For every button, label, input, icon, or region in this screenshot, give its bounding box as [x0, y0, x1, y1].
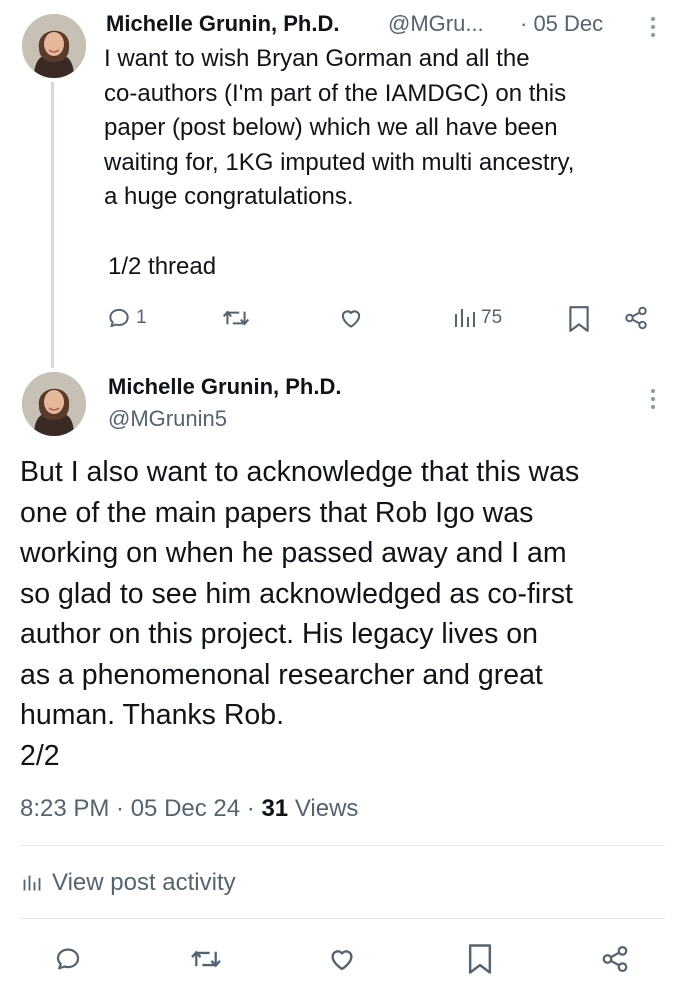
- share-button[interactable]: [600, 944, 630, 974]
- reply-button[interactable]: 1: [106, 305, 147, 331]
- more-icon[interactable]: [649, 389, 657, 413]
- views-icon: [455, 309, 475, 327]
- views-button[interactable]: 75: [453, 305, 502, 331]
- thread-label[interactable]: 1/2 thread: [108, 253, 216, 281]
- thread-connector-line: [51, 82, 54, 368]
- bookmark-icon: [468, 944, 492, 974]
- views-label: Views: [288, 795, 359, 822]
- views-count: 31: [261, 795, 289, 822]
- avatar-photo: [22, 372, 86, 436]
- avatar-photo: [22, 14, 86, 78]
- post-text: I want to wish Bryan Gorman and all the …: [104, 42, 674, 215]
- bookmark-button[interactable]: [466, 943, 494, 975]
- author-handle[interactable]: @MGrunin5: [108, 406, 227, 432]
- post-text-line: I want to wish Bryan Gorman and all the: [104, 45, 530, 72]
- post-metadata: 8:23 PM · 05 Dec 24 · 31 Views: [20, 795, 358, 823]
- post-text-line: 2/2: [20, 739, 60, 772]
- views-icon: [23, 875, 41, 891]
- post-text: But I also want to acknowledge that this…: [20, 452, 670, 776]
- author-name[interactable]: Michelle Grunin, Ph.D.: [106, 11, 339, 37]
- post-text-line: one of the main papers that Rob Igo was: [20, 496, 534, 529]
- post-text-line: author on this project. His legacy lives…: [20, 618, 539, 650]
- avatar[interactable]: [22, 372, 86, 436]
- avatar[interactable]: [22, 14, 86, 78]
- divider: [20, 845, 665, 846]
- post-text-line: waiting for, 1KG imputed with multi ance…: [104, 148, 575, 176]
- bookmark-button[interactable]: [567, 305, 591, 333]
- share-icon: [602, 946, 628, 972]
- view-post-activity-link[interactable]: View post activity: [22, 869, 236, 897]
- post-text-line: co-authors (I'm part of the IAMDGC) on t…: [104, 79, 567, 107]
- like-icon: [341, 310, 361, 328]
- views-count: 75: [481, 307, 503, 328]
- like-icon: [331, 950, 353, 971]
- post-text-line: as a phenomenonal researcher and great: [20, 658, 543, 691]
- divider: [20, 918, 665, 919]
- repost-icon: [191, 950, 221, 968]
- more-icon[interactable]: [649, 17, 657, 41]
- view-post-activity-label: View post activity: [52, 869, 236, 896]
- repost-button[interactable]: [189, 944, 223, 974]
- reply-count: 1: [136, 307, 147, 328]
- post-text-line: human. Thanks Rob.: [20, 699, 285, 731]
- like-button[interactable]: [327, 944, 357, 974]
- post-text-line: paper (post below) which we all have bee…: [104, 114, 558, 141]
- author-handle[interactable]: @MGru...: [388, 11, 484, 37]
- reply-button[interactable]: [53, 944, 83, 974]
- reply-icon: [56, 948, 80, 970]
- post-text-line: so glad to see him acknowledged as co-fi…: [20, 577, 573, 610]
- bookmark-icon: [569, 306, 589, 332]
- post-timestamp[interactable]: 8:23 PM · 05 Dec 24 ·: [20, 795, 261, 822]
- author-name[interactable]: Michelle Grunin, Ph.D.: [108, 374, 341, 400]
- reply-icon: [109, 308, 129, 328]
- repost-button[interactable]: [221, 305, 251, 331]
- post-text-line: But I also want to acknowledge that this…: [20, 456, 580, 488]
- share-icon: [625, 306, 647, 330]
- post-text-line: working on when he passed away and I am: [20, 537, 567, 569]
- like-button[interactable]: [338, 305, 364, 331]
- repost-icon: [222, 310, 250, 326]
- share-button[interactable]: [623, 305, 649, 331]
- post-text-line: a huge congratulations.: [104, 183, 354, 210]
- post-date[interactable]: · 05 Dec: [520, 11, 603, 37]
